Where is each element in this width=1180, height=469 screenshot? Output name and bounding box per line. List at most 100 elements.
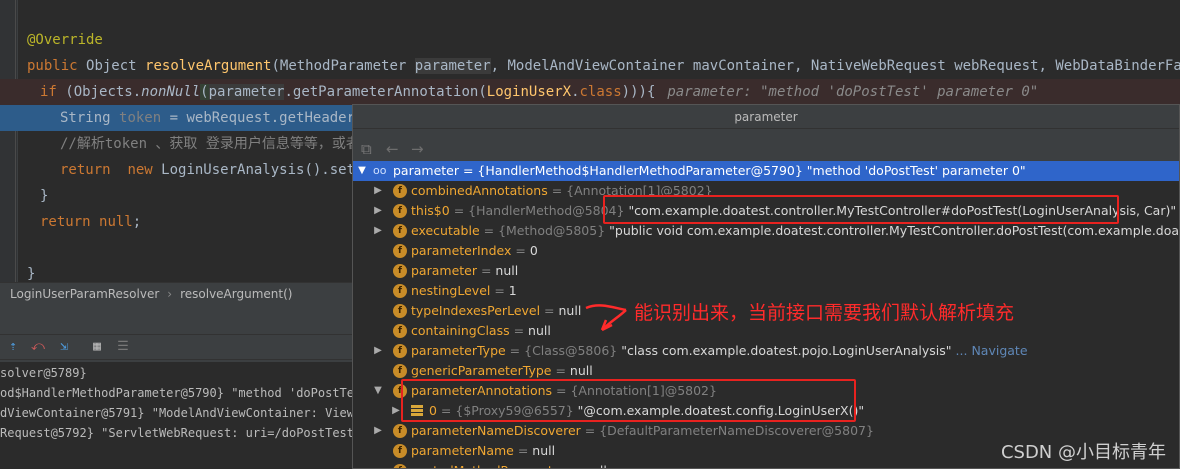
field-name: genericParameterType (411, 363, 552, 378)
field-value: 0 (529, 243, 538, 258)
field-name: parameterIndex (411, 243, 512, 258)
field-ref: {Class@5806} (524, 343, 622, 358)
field-value: "public void com.example.doatest.control… (609, 223, 1180, 238)
list-item[interactable]: od$HandlerMethodParameter@5790} "method … (0, 383, 355, 403)
field-icon: f (393, 244, 407, 258)
expand-arrow-icon[interactable]: ▼ (357, 161, 367, 181)
field-name: nestedMethodParameter (411, 463, 566, 468)
field-eq: = (566, 463, 584, 468)
collapse-arrow-icon[interactable]: ▶ (373, 221, 383, 241)
field-icon: f (393, 284, 407, 298)
code-line-signature: public Object resolveArgument(MethodPara… (0, 53, 1180, 79)
return-keyword: return (60, 162, 128, 178)
close-brace: } (40, 188, 49, 204)
annotation-arrow-icon (585, 304, 627, 332)
field-value: null (584, 463, 607, 468)
modifier-keyword: public (27, 58, 87, 74)
field-eq: = (479, 223, 499, 238)
field-ref: {Method@5805} (498, 223, 610, 238)
watch-glasses-icon: oo (373, 164, 387, 177)
collapse-arrow-icon[interactable]: ▶ (373, 421, 383, 441)
field-icon: f (393, 344, 407, 358)
field-name: typeIndexesPerLevel (411, 303, 541, 318)
field-name: nestingLevel (411, 283, 491, 298)
tree-row[interactable]: f genericParameterType = null (353, 361, 1179, 381)
comment-text: //解析token 、获取 登录用户信息等等，或者 (60, 136, 360, 152)
tree-row[interactable]: f parameterIndex = 0 (353, 241, 1179, 261)
breadcrumb-class[interactable]: LoginUserParamResolver (10, 287, 159, 301)
forward-arrow-icon[interactable]: → (411, 140, 424, 158)
expand-arrow-icon[interactable]: ▼ (373, 381, 383, 401)
field-icon: f (393, 224, 407, 238)
field-value: "class com.example.doatest.pojo.LoginUse… (621, 343, 952, 358)
collapse-arrow-icon[interactable]: ▶ (373, 341, 383, 361)
field-icon: f (393, 364, 407, 378)
collapse-arrow-icon[interactable]: ▶ (373, 201, 383, 221)
field-eq: = (449, 203, 469, 218)
field-eq: = (547, 183, 567, 198)
field-value: null (528, 323, 551, 338)
step-out-icon[interactable]: ⇡ (5, 339, 21, 355)
debugger-panel: ⇡ ⤺ ⇲ ▦ ☰ solver@5789} od$HandlerMethodP… (0, 304, 355, 469)
field-eq: = (513, 443, 533, 458)
null-keyword: null (99, 214, 133, 230)
field-icon: f (393, 424, 407, 438)
if-call: .getParameterAnnotation( (284, 84, 487, 100)
inline-debug-value: parameter: "method 'doPostTest' paramete… (667, 84, 1039, 100)
field-icon: f (393, 264, 407, 278)
breadcrumb-method[interactable]: resolveArgument() (180, 287, 292, 301)
tree-row[interactable]: f parameter = null (353, 261, 1179, 281)
if-close: ))){ (621, 84, 656, 100)
if-param: parameter (208, 84, 285, 100)
if-paren: ( (200, 84, 209, 100)
if-keyword: if (40, 84, 66, 100)
root-name: parameter (393, 163, 459, 178)
field-eq: = (477, 263, 496, 278)
run-to-cursor-icon[interactable]: ⇲ (56, 339, 72, 355)
navigate-link[interactable]: ... Navigate (956, 343, 1028, 358)
final-brace: } (27, 266, 36, 282)
highlight-box-this (603, 195, 1119, 224)
frames-icon[interactable]: ⧉ (361, 140, 372, 158)
list-item[interactable]: Request@5792} "ServletWebRequest: uri=/d… (0, 423, 355, 443)
annotation-class: LoginUserX (486, 84, 572, 100)
tree-row[interactable]: ▶ f parameterType = {Class@5806} "class co… (353, 341, 1179, 361)
back-arrow-icon[interactable]: ← (386, 140, 399, 158)
drop-frame-icon[interactable]: ⤺ (30, 339, 46, 355)
field-name: parameterType (411, 343, 506, 358)
trace-icon[interactable]: ☰ (115, 339, 131, 355)
field-icon: f (393, 204, 407, 218)
field-icon: f (393, 184, 407, 198)
field-value: null (495, 263, 519, 278)
field-value: 1 (508, 283, 517, 298)
if-part-a: (Objects. (65, 84, 142, 100)
token-assign: = webRequest.getHeader( (161, 110, 372, 126)
evaluate-expression-icon[interactable]: ▦ (89, 339, 105, 355)
tree-root-row[interactable]: ▼ oo parameter = {HandlerMethod$HandlerM… (353, 161, 1179, 181)
field-name: parameterNameDiscoverer (411, 423, 581, 438)
signature-rest: , ModelAndViewContainer mavContainer, Na… (490, 58, 1180, 74)
code-line-if: if (Objects.nonNull(parameter.getParamet… (0, 79, 1180, 105)
popup-title[interactable]: parameter (353, 105, 1179, 129)
breadcrumb-separator-icon: › (167, 287, 173, 301)
field-name: this$0 (411, 203, 450, 218)
field-eq: = (505, 343, 525, 358)
string-type: String (60, 110, 120, 126)
method-name: resolveArgument (145, 58, 272, 74)
class-keyword: class (579, 84, 622, 100)
field-eq: = (490, 283, 509, 298)
field-icon: f (393, 304, 407, 318)
new-keyword: new (127, 162, 162, 178)
watermark: CSDN @小目标青年 (1000, 442, 1166, 463)
token-var: token (119, 110, 162, 126)
field-eq: = (509, 323, 529, 338)
list-item[interactable]: dViewContainer@5791} "ModelAndViewContai… (0, 403, 355, 423)
tree-row[interactable]: ▶ f executable = {Method@5805} "public voi… (353, 221, 1180, 241)
param-type: (MethodParameter (271, 58, 415, 74)
collapse-arrow-icon[interactable]: ▶ (391, 401, 401, 421)
collapse-arrow-icon[interactable]: ▶ (373, 181, 383, 201)
list-item[interactable]: solver@5789} (0, 363, 87, 383)
code-line-annotation: @Override (0, 27, 1180, 53)
semicolon: ; (132, 214, 142, 230)
field-name: containingClass (411, 323, 510, 338)
